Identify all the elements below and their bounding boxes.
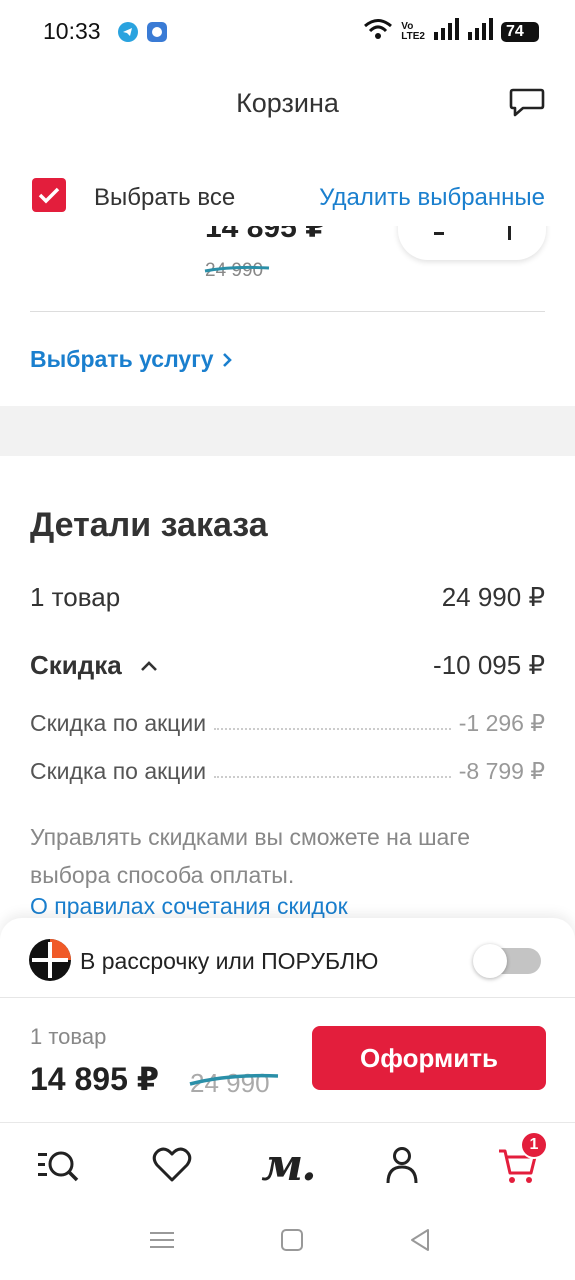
divider — [30, 311, 545, 312]
discount-item-label: Скидка по акции — [30, 710, 207, 736]
page-title: Корзина — [236, 88, 339, 118]
order-details-title: Детали заказа — [30, 506, 268, 544]
items-label: 1 товар — [30, 582, 121, 612]
nav-favorites[interactable] — [148, 1141, 196, 1189]
installment-logo-icon — [28, 938, 72, 982]
select-all-checkbox[interactable] — [32, 178, 66, 212]
delete-selected-button[interactable]: Удалить выбранные — [319, 184, 545, 212]
toggle-knob — [473, 944, 507, 978]
items-row: 1 товар 24 990 ₽ — [30, 582, 545, 613]
plus-icon[interactable] — [508, 224, 511, 240]
battery-indicator: 74 — [501, 21, 539, 42]
check-icon — [38, 187, 60, 204]
discount-value: -10 095 ₽ — [433, 650, 545, 680]
signal-2-icon — [467, 18, 493, 45]
discount-row[interactable]: Скидка -10 095 ₽ — [30, 650, 545, 681]
strike-through-mark — [204, 265, 270, 273]
signal-1-icon — [433, 18, 459, 45]
app-notification-icon — [147, 22, 167, 42]
status-bar: 10:33 Vo LTE2 74 — [0, 0, 575, 66]
discount-breakdown-row: Скидка по акции -1 296 ₽ — [30, 710, 545, 737]
checkout-bar: 1 товар 14 895 ₽ 24 990 Оформить — [0, 998, 575, 1122]
dotted-leader — [214, 728, 451, 730]
minus-icon[interactable] — [434, 232, 444, 235]
discount-item-value: -8 799 ₽ — [458, 758, 545, 784]
installment-label: В рассрочку или ПОРУБЛЮ — [80, 948, 379, 974]
discount-note: Управлять скидками вы сможете на шаге вы… — [30, 824, 470, 888]
product-card-partial: 14 895 ₽ 24 990 — [0, 224, 575, 284]
discount-rules-link[interactable]: О правилах сочетания скидок — [30, 893, 348, 920]
status-time: 10:33 — [43, 18, 101, 44]
brand-logo: м. — [261, 1139, 316, 1191]
volte-label: Vo LTE2 — [401, 20, 425, 42]
select-all-bar: Выбрать все Удалить выбранные — [0, 166, 575, 226]
checkout-count: 1 товар — [30, 1024, 107, 1049]
select-all-label[interactable]: Выбрать все — [94, 184, 235, 212]
chevron-up-icon[interactable] — [140, 660, 158, 672]
chat-bubble-icon[interactable] — [509, 86, 545, 123]
discount-item-value: -1 296 ₽ — [458, 710, 545, 736]
checkout-total: 14 895 ₽ — [30, 1061, 160, 1097]
volte-top: Vo — [401, 20, 414, 32]
checkout-button[interactable]: Оформить — [312, 1026, 546, 1090]
nav-catalog-search[interactable] — [34, 1141, 82, 1189]
back-triangle-icon[interactable] — [408, 1228, 432, 1257]
heart-icon — [152, 1147, 192, 1182]
discount-item-label: Скидка по акции — [30, 758, 207, 784]
discount-label: Скидка — [30, 650, 122, 680]
nav-cart[interactable]: 1 — [494, 1131, 548, 1189]
choose-service-label: Выбрать услугу — [30, 346, 214, 372]
quantity-stepper[interactable] — [398, 224, 546, 260]
product-price: 14 895 ₽ — [205, 224, 326, 244]
discount-breakdown-row: Скидка по акции -8 799 ₽ — [30, 758, 545, 785]
system-navigation-bar — [0, 1208, 575, 1280]
catalog-search-icon — [38, 1151, 79, 1182]
header: Корзина — [0, 66, 575, 146]
user-icon — [386, 1147, 418, 1184]
wifi-icon — [363, 18, 393, 45]
bottom-nav: м. 1 — [0, 1122, 575, 1208]
section-separator — [0, 406, 575, 456]
chevron-right-icon — [222, 352, 232, 367]
cart-badge: 1 — [520, 1131, 548, 1159]
telegram-icon — [118, 22, 138, 42]
installment-card: В рассрочку или ПОРУБЛЮ — [0, 918, 575, 998]
nav-home-logo[interactable]: м. — [248, 1139, 328, 1191]
menu-icon[interactable] — [150, 1228, 174, 1257]
home-square-icon[interactable] — [280, 1228, 304, 1257]
nav-profile[interactable] — [378, 1141, 426, 1189]
items-value: 24 990 ₽ — [441, 582, 545, 612]
installment-toggle[interactable] — [473, 944, 541, 978]
dotted-leader — [214, 776, 451, 778]
volte-bottom: LTE2 — [401, 30, 425, 42]
status-indicators: Vo LTE2 74 — [363, 18, 539, 45]
choose-service-link[interactable]: Выбрать услугу — [30, 346, 232, 373]
strike-through-mark — [189, 1073, 279, 1086]
